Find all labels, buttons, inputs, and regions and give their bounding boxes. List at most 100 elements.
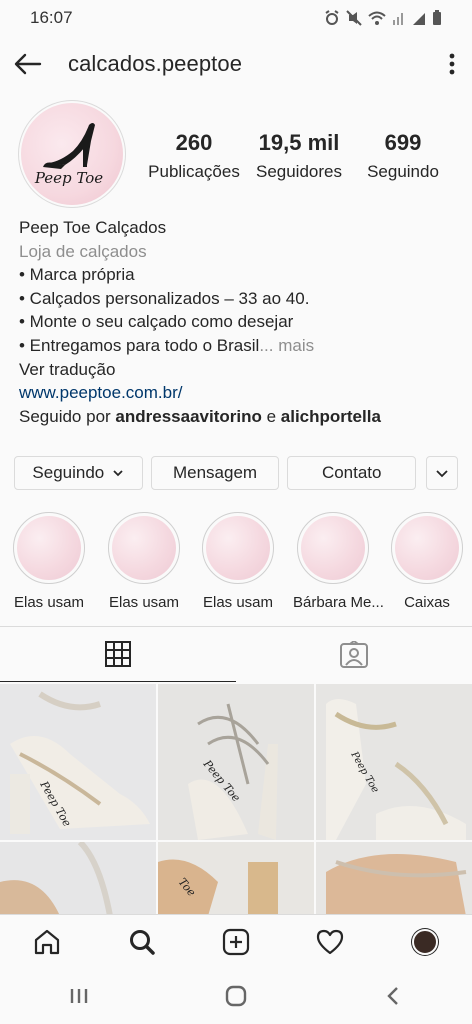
more-vertical-icon xyxy=(449,53,455,75)
message-button[interactable]: Mensagem xyxy=(150,456,280,490)
highlight-label: Bárbara Me... xyxy=(293,594,384,611)
highlight-cover xyxy=(206,516,270,580)
shoe-photo: Peep Toe xyxy=(316,684,472,840)
profile-summary: Peep Toe 260 Publicações 19,5 mil Seguid… xyxy=(0,100,472,212)
svg-text:Peep Toe: Peep Toe xyxy=(34,169,103,187)
following-label: Seguindo xyxy=(32,463,105,482)
stat-posts[interactable]: 260 Publicações xyxy=(144,130,244,182)
highlight-cover xyxy=(395,516,459,580)
followed-by[interactable]: Seguido por andressaavitorino e alichpor… xyxy=(19,405,459,429)
tab-grid[interactable] xyxy=(0,627,236,682)
contact-button[interactable]: Contato xyxy=(287,456,417,490)
bio-line-truncated: • Entregamos para todo o Brasil... mais xyxy=(19,334,459,358)
highlight-label: Elas usam xyxy=(108,594,180,611)
add-post-icon xyxy=(222,928,250,955)
followed-by-joiner: e xyxy=(261,406,281,426)
post-thumbnail[interactable]: Peep Toe xyxy=(158,684,314,840)
highlight-item[interactable]: Bárbara Me... xyxy=(293,512,384,611)
tab-tagged[interactable] xyxy=(236,627,472,682)
highlight-item[interactable]: Caixas xyxy=(387,512,467,611)
followed-by-prefix: Seguido por xyxy=(19,406,116,426)
followers-label: Seguidores xyxy=(255,162,342,181)
highlight-label: Elas usam xyxy=(202,594,274,611)
highlight-item[interactable]: Elas usam xyxy=(9,512,89,611)
followers-count: 19,5 mil xyxy=(258,130,340,155)
home-button[interactable] xyxy=(206,968,266,1024)
shoe-photo xyxy=(316,842,472,916)
system-back-button[interactable] xyxy=(363,968,423,1024)
following-button[interactable]: Seguindo xyxy=(14,456,143,490)
nav-search[interactable] xyxy=(112,915,172,969)
home-icon xyxy=(35,929,60,954)
stat-followers[interactable]: 19,5 mil Seguidores xyxy=(250,130,348,182)
following-label: Seguindo xyxy=(367,162,439,181)
posts-grid: Peep Toe Peep Toe Peep Toe Toe xyxy=(0,684,472,916)
highlight-label: Elas usam xyxy=(13,594,85,611)
website-link[interactable]: www.peeptoe.com.br/ xyxy=(19,381,459,405)
nav-activity[interactable] xyxy=(300,915,360,969)
shoe-photo xyxy=(0,842,156,916)
highlight-cover xyxy=(112,516,176,580)
shoe-photo: Toe xyxy=(158,842,314,916)
battery-icon xyxy=(433,10,441,25)
status-bar: 16:07 xyxy=(0,0,472,36)
mute-icon xyxy=(346,10,362,26)
post-thumbnail[interactable] xyxy=(316,842,472,916)
chevron-down-icon xyxy=(113,470,123,477)
bio-line: • Calçados personalizados – 33 ao 40. xyxy=(19,288,310,308)
search-icon xyxy=(129,929,155,955)
nav-new-post[interactable] xyxy=(206,915,266,969)
bio-more-link[interactable]: ... mais xyxy=(259,336,314,355)
post-thumbnail[interactable]: Peep Toe xyxy=(316,684,472,840)
shoe-photo: Peep Toe xyxy=(0,684,156,840)
post-thumbnail[interactable] xyxy=(0,842,156,916)
profile-bio: Peep Toe Calçados Loja de calçados • Mar… xyxy=(19,216,459,428)
followed-by-user: alichportella xyxy=(280,406,381,426)
profile-avatar[interactable]: Peep Toe xyxy=(18,100,126,208)
bio-line: • Marca própria xyxy=(19,265,135,285)
signal-icon xyxy=(413,13,425,25)
status-icons xyxy=(324,10,442,26)
suggested-accounts-button[interactable] xyxy=(426,456,458,490)
system-navigation xyxy=(0,968,472,1024)
recent-apps-button[interactable] xyxy=(49,968,109,1024)
profile-avatar-small xyxy=(411,928,438,955)
wifi-icon xyxy=(368,11,386,25)
highlight-item[interactable]: Elas usam xyxy=(198,512,278,611)
nav-profile[interactable] xyxy=(395,915,455,969)
profile-header: calcados.peeptoe xyxy=(0,36,472,92)
grid-icon xyxy=(105,641,131,667)
nav-home[interactable] xyxy=(17,915,77,969)
bio-category: Loja de calçados xyxy=(19,241,147,261)
arrow-left-icon xyxy=(14,53,42,75)
profile-tabs xyxy=(0,626,472,682)
home-circle-icon xyxy=(225,985,247,1007)
more-options-button[interactable] xyxy=(432,36,472,92)
high-heel-logo-icon: Peep Toe xyxy=(34,123,103,187)
alarm-icon xyxy=(325,10,339,25)
recent-apps-icon xyxy=(70,989,87,1003)
story-highlights: Elas usam Elas usam Elas usam Bárbara Me… xyxy=(0,512,472,612)
bio-line: • Monte o seu calçado como desejar xyxy=(19,312,294,332)
following-count: 699 xyxy=(384,130,422,155)
post-thumbnail[interactable]: Peep Toe xyxy=(0,684,156,840)
bottom-navigation xyxy=(0,914,472,968)
profile-actions: Seguindo Mensagem Contato xyxy=(14,456,458,490)
see-translation-link[interactable]: Ver tradução xyxy=(19,358,459,382)
post-thumbnail[interactable]: Toe xyxy=(158,842,314,916)
bio-line: • Entregamos para todo o Brasil xyxy=(19,335,260,355)
heart-icon xyxy=(317,929,344,954)
back-button[interactable] xyxy=(0,36,56,92)
signal-4g-icon xyxy=(393,13,403,25)
username-title: calcados.peeptoe xyxy=(68,51,243,76)
followed-by-user: andressaavitorino xyxy=(115,406,262,426)
highlight-cover xyxy=(17,516,81,580)
tagged-person-icon xyxy=(340,640,368,668)
highlight-item[interactable]: Elas usam xyxy=(104,512,184,611)
highlight-label: Caixas xyxy=(404,594,450,611)
bio-name: Peep Toe Calçados xyxy=(19,218,167,237)
posts-count: 260 xyxy=(175,130,213,155)
shoe-photo: Peep Toe xyxy=(158,684,314,840)
highlight-cover xyxy=(301,516,365,580)
stat-following[interactable]: 699 Seguindo xyxy=(358,130,448,182)
